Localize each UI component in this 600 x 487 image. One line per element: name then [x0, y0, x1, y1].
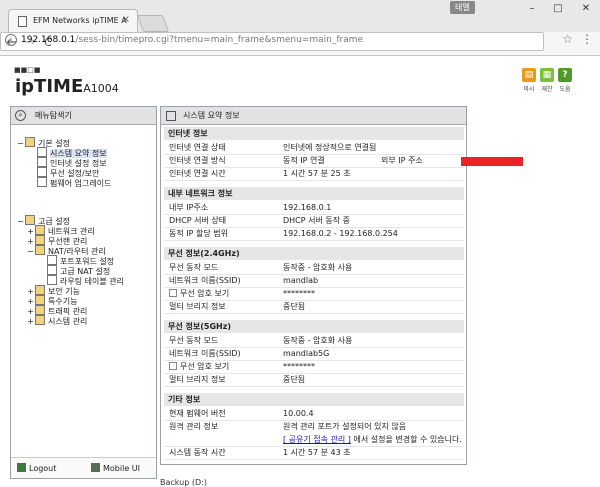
logo-squares-icon: ■■□■ — [14, 66, 41, 74]
info-icon[interactable]: i — [5, 34, 17, 46]
page-icon — [47, 275, 57, 285]
user-badge[interactable]: 테멜 — [450, 1, 475, 14]
menu-explorer-panel: ⌕ 메뉴탐색기 − 기본 설정 시스템 요약 정보 인터넷 설정 정보 무선 설정… — [10, 106, 157, 479]
row-firmware-version: 현재 펌웨어 버전 10.00.4 — [164, 408, 464, 421]
tab-close-icon[interactable]: × — [122, 14, 130, 25]
bookmark-star-icon[interactable]: ☆ — [562, 32, 573, 46]
save-icon[interactable]: ▤ — [522, 68, 536, 82]
summary-icon — [166, 111, 176, 121]
row-connection-method: 인터넷 연결 방식 동적 IP 연결 외부 IP 주소 — [164, 155, 523, 168]
close-window-icon[interactable]: ✕ — [576, 3, 596, 14]
page-icon — [37, 147, 47, 157]
save-label: 마시 — [523, 86, 535, 93]
minimize-icon[interactable]: – — [522, 3, 542, 14]
section-internet: 인터넷 정보 — [164, 127, 464, 140]
tree-firmware-upgrade[interactable]: 펌웨어 업그레이드 — [37, 177, 111, 189]
page-icon — [18, 16, 27, 27]
browser-tab[interactable]: EFM Networks ipTIME A × — [8, 9, 138, 33]
row-system-uptime: 시스템 동작 시간 1 시간 57 분 43 초 — [164, 447, 464, 460]
show-password-5-checkbox[interactable] — [169, 362, 177, 370]
expand-icon[interactable]: + — [27, 317, 34, 327]
page-icon — [47, 265, 57, 275]
row-5-mode: 무선 동작 모드 동작중 - 암호화 사용 — [164, 335, 464, 348]
page-icon — [37, 177, 47, 187]
page-icon — [37, 167, 47, 177]
logout-icon — [17, 463, 26, 472]
left-panel-footer: Logout Mobile UI — [11, 457, 156, 478]
row-internal-ip: 내부 IP주소 192.168.0.1 — [164, 202, 464, 215]
restart-label: 재찬 — [541, 86, 553, 93]
row-24-ssid: 네트워크 이름(SSID) mandlab — [164, 275, 464, 288]
browser-menu-icon[interactable]: ⋮ — [581, 32, 593, 46]
system-summary-header: 시스템 요약 정보 — [161, 107, 466, 125]
row-dhcp-status: DHCP 서버 상태 DHCP 서버 동작 중 — [164, 215, 464, 228]
folder-icon — [35, 235, 45, 245]
section-lan: 내부 네트워크 정보 — [164, 187, 464, 200]
redacted-ip — [461, 157, 523, 166]
page-icon — [37, 157, 47, 167]
folder-icon — [35, 315, 45, 325]
url-text: 192.168.0.1/sess-bin/timepro.cgi?tmenu=m… — [21, 35, 364, 45]
row-dhcp-range: 동적 IP 할당 범위 192.168.0.2 - 192.168.0.254 — [164, 228, 464, 241]
router-access-management-link[interactable]: [ 공유기 접속 관리 ] — [283, 435, 351, 444]
folder-icon — [35, 305, 45, 315]
tab-title: EFM Networks ipTIME A — [33, 16, 127, 25]
mobile-icon — [91, 463, 100, 472]
router-header: ■■□■ ipTIMEA1004 ▤ 마시 ▦ 재찬 ? 도움 — [10, 62, 580, 102]
mobile-ui-button[interactable]: Mobile UI — [91, 463, 140, 473]
folder-icon — [35, 245, 45, 255]
row-24-password: 무선 암호 보기 ******** — [164, 288, 464, 301]
system-summary-title: 시스템 요약 정보 — [183, 111, 240, 120]
row-remote-link: [ 공유기 접속 관리 ] 에서 설정을 변경할 수 있습니다. — [164, 434, 464, 447]
row-5-bridge: 멀티 브리지 정보 중단됨 — [164, 374, 464, 387]
help-icon[interactable]: ? — [558, 68, 572, 82]
system-summary-panel: 시스템 요약 정보 인터넷 정보 인터넷 연결 상태 인터넷에 정상적으로 연결됨… — [160, 106, 523, 465]
collapse-icon[interactable]: − — [17, 139, 24, 149]
iptime-logo: ipTIMEA1004 — [15, 76, 119, 97]
collapse-icon[interactable]: − — [17, 217, 24, 227]
row-internet-status: 인터넷 연결 상태 인터넷에 정상적으로 연결됨 — [164, 142, 464, 155]
help-label: 도움 — [559, 86, 571, 93]
row-24-bridge: 멀티 브리지 정보 중단됨 — [164, 301, 464, 314]
logout-button[interactable]: Logout — [17, 463, 56, 473]
menu-explorer-header: ⌕ 메뉴탐색기 — [11, 107, 156, 125]
row-remote-management: 원격 관리 정보 원격 관리 포트가 설정되어 있지 않음 — [169, 422, 407, 431]
maximize-icon[interactable]: □ — [548, 3, 568, 14]
collapse-icon[interactable]: − — [27, 247, 34, 257]
restart-icon[interactable]: ▦ — [540, 68, 554, 82]
tree-system-management[interactable]: + 시스템 관리 — [27, 315, 87, 327]
page-icon — [47, 255, 57, 265]
section-wireless-24ghz: 무선 정보(2.4GHz) — [164, 247, 464, 260]
folder-icon — [35, 295, 45, 305]
row-5-ssid: 네트워크 이름(SSID) mandlab5G — [164, 348, 464, 361]
address-bar[interactable]: i 192.168.0.1/sess-bin/timepro.cgi?tmenu… — [0, 32, 593, 51]
browser-toolbar: ← → C i 192.168.0.1/sess-bin/timepro.cgi… — [0, 32, 600, 56]
folder-icon — [25, 215, 35, 225]
section-etc: 기타 정보 — [164, 393, 464, 406]
menu-explorer-title: 메뉴탐색기 — [35, 111, 72, 120]
folder-icon — [35, 285, 45, 295]
row-5-password: 무선 암호 보기 ******** — [164, 361, 464, 374]
explorer-icon: ⌕ — [15, 110, 26, 121]
row-24-mode: 무선 동작 모드 동작중 - 암호화 사용 — [164, 262, 464, 275]
taskbar-drive-label: Backup (D:) — [160, 478, 207, 487]
show-password-24-checkbox[interactable] — [169, 289, 177, 297]
folder-icon — [25, 137, 35, 147]
section-wireless-5ghz: 무선 정보(5GHz) — [164, 320, 464, 333]
row-connection-time: 인터넷 연결 시간 1 시간 57 분 25 초 — [164, 168, 464, 181]
folder-icon — [35, 225, 45, 235]
